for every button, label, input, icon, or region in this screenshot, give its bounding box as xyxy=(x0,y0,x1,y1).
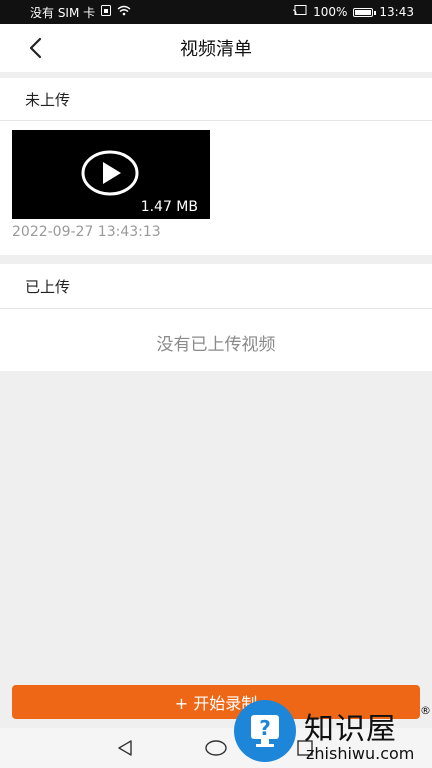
watermark-logo: ? xyxy=(234,700,296,762)
sim-icon xyxy=(101,5,112,19)
app-header: 视频清单 xyxy=(0,24,432,72)
watermark: ? 知识屋 ® zhishiwu.com xyxy=(234,700,432,768)
video-size: 1.47 MB xyxy=(140,199,198,215)
status-bar: 没有 SIM 卡 100% 13:43 xyxy=(0,0,432,24)
nav-home-icon[interactable] xyxy=(205,740,227,756)
section-uploaded-label: 已上传 xyxy=(25,277,71,296)
watermark-brand-cn: 知识屋 xyxy=(304,712,397,747)
status-time: 13:43 xyxy=(379,5,414,19)
section-not-uploaded-header: 未上传 xyxy=(0,78,432,120)
page-title: 视频清单 xyxy=(180,39,252,60)
section-uploaded-header: 已上传 xyxy=(0,264,432,308)
video-thumbnail[interactable]: 1.47 MB xyxy=(12,130,210,219)
help-monitor-icon: ? xyxy=(251,715,279,747)
section-not-uploaded-label: 未上传 xyxy=(25,90,71,109)
carrier-text: 没有 SIM 卡 xyxy=(30,5,96,20)
status-right: 100% 13:43 xyxy=(293,5,414,19)
play-icon xyxy=(81,150,139,196)
svg-text:?: ? xyxy=(259,716,271,740)
status-left: 没有 SIM 卡 xyxy=(30,4,131,21)
watermark-registered: ® xyxy=(420,704,431,717)
chevron-left-icon xyxy=(29,37,42,59)
battery-percent: 100% xyxy=(313,5,348,19)
nav-back-icon[interactable] xyxy=(116,739,134,757)
cast-icon xyxy=(293,5,307,19)
watermark-brand-en: zhishiwu.com xyxy=(306,744,415,763)
battery-icon xyxy=(353,7,377,17)
empty-uploaded-message: 没有已上传视频 xyxy=(156,335,276,355)
video-timestamp: 2022-09-27 13:43:13 xyxy=(12,224,161,240)
back-button[interactable] xyxy=(22,34,50,62)
wifi-icon xyxy=(117,5,131,19)
